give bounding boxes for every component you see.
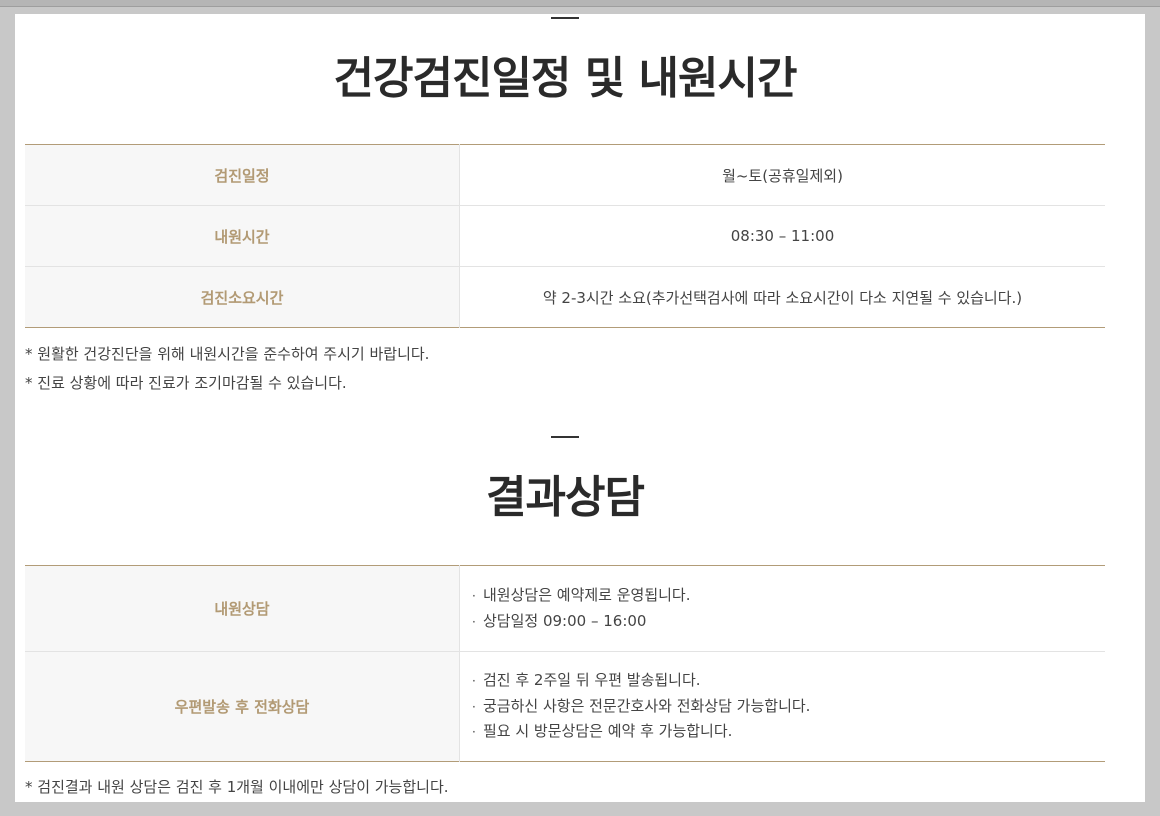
section-divider-dash <box>551 436 579 438</box>
row-header: 내원시간 <box>25 205 460 267</box>
list-item: · 필요 시 방문상담은 예약 후 가능합니다. <box>472 722 733 741</box>
row-header: 우편발송 후 전화상담 <box>25 651 460 762</box>
schedule-note: * 원활한 건강진단을 위해 내원시간을 준수하여 주시기 바랍니다. <box>25 345 430 363</box>
row-header: 검진일정 <box>25 144 460 206</box>
list-item: · 상담일정 09:00 – 16:00 <box>472 611 647 630</box>
list-item: · 검진 후 2주일 뒤 우편 발송됩니다. <box>472 671 701 690</box>
list-item: · 궁금하신 사항은 전문간호사와 전화상담 가능합니다. <box>472 696 811 715</box>
section-divider-dash <box>551 17 579 19</box>
row-header: 검진소요시간 <box>25 266 460 328</box>
schedule-title: 건강검진일정 및 내원시간 <box>333 53 798 104</box>
content-page: 건강검진일정 및 내원시간 검진일정 월~토(공휴일제외) 내원시간 08:30… <box>15 14 1145 802</box>
consult-table: 내원상담 · 내원상담은 예약제로 운영됩니다. · 상담일정 09:00 – 16… <box>25 565 1105 762</box>
row-value-list: · 내원상담은 예약제로 운영됩니다. · 상담일정 09:00 – 16:00 <box>459 565 1105 652</box>
table-row: 우편발송 후 전화상담 · 검진 후 2주일 뒤 우편 발송됩니다. · 궁금하신 … <box>25 651 1106 762</box>
row-value: 08:30 – 11:00 <box>459 205 1105 267</box>
row-value: 월~토(공휴일제외) <box>459 144 1105 206</box>
consult-note: * 검진결과 내원 상담은 검진 후 1개월 이내에만 상담이 가능합니다. <box>25 778 449 796</box>
table-row: 내원상담 · 내원상담은 예약제로 운영됩니다. · 상담일정 09:00 – 16… <box>25 565 1105 652</box>
window-top-border <box>0 0 1160 7</box>
table-row: 검진일정 월~토(공휴일제외) <box>25 144 1105 206</box>
table-row: 검진소요시간 약 2-3시간 소요(추가선택검사에 따라 소요시간이 다소 지연… <box>25 266 1105 328</box>
consult-title: 결과상담 <box>486 472 645 523</box>
schedule-note: * 진료 상황에 따라 진료가 조기마감될 수 있습니다. <box>25 374 347 392</box>
table-row: 내원시간 08:30 – 11:00 <box>25 205 1105 267</box>
list-item: · 내원상담은 예약제로 운영됩니다. <box>472 586 691 604</box>
schedule-table: 검진일정 월~토(공휴일제외) 내원시간 08:30 – 11:00 검진소요시… <box>25 144 1105 328</box>
row-value: 약 2-3시간 소요(추가선택검사에 따라 소요시간이 다소 지연될 수 있습니… <box>542 288 1023 307</box>
row-value-list: · 검진 후 2주일 뒤 우편 발송됩니다. · 궁금하신 사항은 전문간호사와 전… <box>460 652 1106 762</box>
row-header: 내원상담 <box>25 565 460 652</box>
